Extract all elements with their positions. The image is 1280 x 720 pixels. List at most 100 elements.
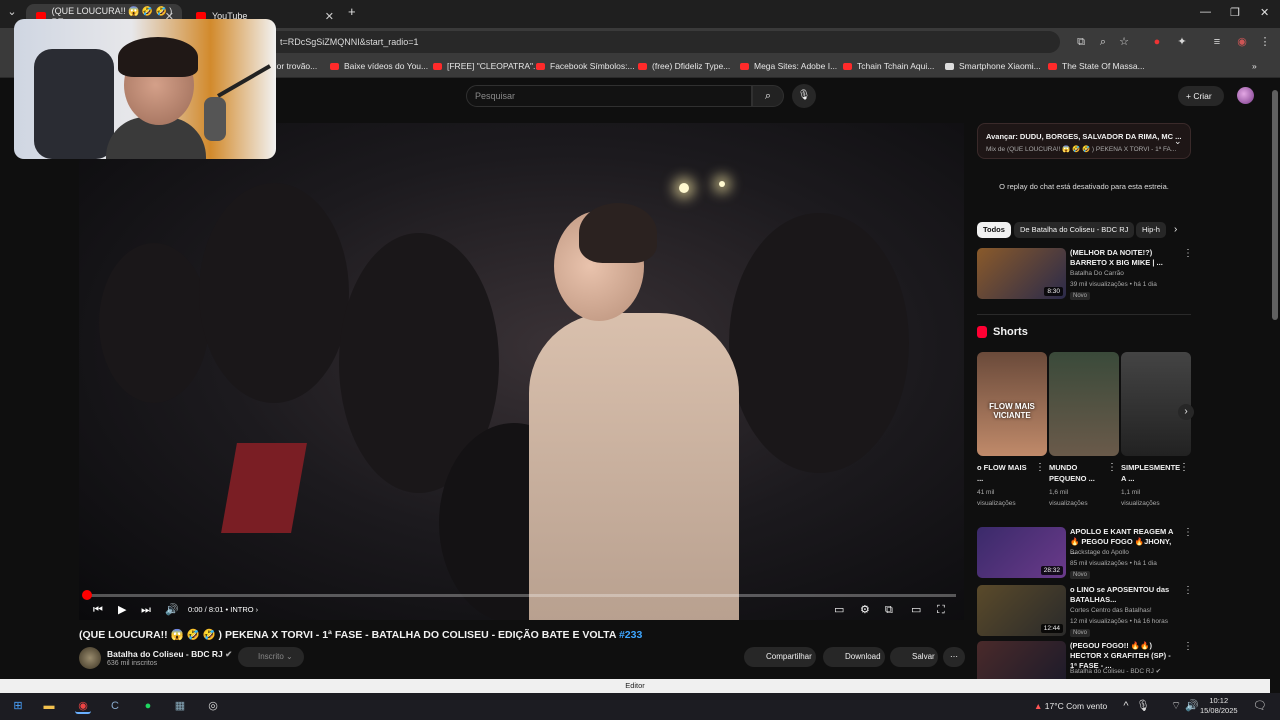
- page-scrollbar[interactable]: [1272, 90, 1278, 320]
- subtitles-icon[interactable]: ▭: [834, 604, 844, 616]
- chips-next-icon[interactable]: ›: [1174, 224, 1177, 235]
- bookmark-item[interactable]: Smartphone Xiaomi...: [945, 61, 1041, 71]
- install-app-icon[interactable]: ⧉: [1075, 36, 1087, 48]
- more-vert-icon[interactable]: ⋮: [1183, 641, 1191, 652]
- play-icon[interactable]: ▶: [118, 604, 126, 616]
- rec-title[interactable]: (MELHOR DA NOITE!?) BARRETO X BIG MIKE |…: [1070, 248, 1178, 268]
- video-thumbnail[interactable]: 12:44: [977, 585, 1066, 636]
- chip-all[interactable]: Todos: [977, 222, 1011, 238]
- miniplayer-icon[interactable]: ⧉: [885, 604, 893, 616]
- minimize-icon[interactable]: —: [1200, 6, 1211, 18]
- short-title[interactable]: SIMPLESMENTE A ...: [1121, 462, 1180, 484]
- short-title[interactable]: o FLOW MAIS ...: [977, 462, 1033, 484]
- search-button[interactable]: ⌕: [752, 85, 784, 107]
- more-vert-icon[interactable]: ⋮: [1107, 462, 1117, 473]
- notifications-icon[interactable]: 🗨: [1252, 698, 1268, 714]
- media-control-icon[interactable]: ≡: [1211, 36, 1223, 48]
- more-vert-icon[interactable]: ⋮: [1183, 527, 1193, 538]
- app-c-icon[interactable]: C: [107, 698, 123, 714]
- share-button[interactable]: Compartilhar: [744, 647, 816, 667]
- avatar[interactable]: [1237, 87, 1254, 104]
- channel-name[interactable]: Batalha do Coliseu - BDC RJ ✔: [107, 649, 232, 660]
- more-actions-button[interactable]: ⋯: [943, 647, 965, 667]
- bookmark-item[interactable]: The State Of Massa...: [1048, 61, 1145, 71]
- more-vert-icon[interactable]: ⋮: [1179, 462, 1189, 473]
- rec-channel[interactable]: Cortes Centro das Batalhas!: [1070, 607, 1152, 614]
- zoom-icon[interactable]: ⌕: [1097, 36, 1109, 48]
- more-vert-icon[interactable]: ⋮: [1183, 248, 1193, 259]
- file-explorer-icon[interactable]: ▬: [41, 698, 57, 714]
- rec-channel[interactable]: Backstage do Apollo: [1070, 549, 1129, 556]
- download-button[interactable]: Download: [823, 647, 885, 667]
- short-title[interactable]: MUNDO PEQUENO ...: [1049, 462, 1105, 484]
- extension-red-icon[interactable]: ●: [1151, 36, 1163, 48]
- close-window-icon[interactable]: ✕: [1260, 6, 1269, 19]
- profile-icon[interactable]: ◉: [1236, 36, 1248, 48]
- bookmark-item[interactable]: Tchain Tchain Aqui...: [843, 61, 934, 71]
- obs-icon[interactable]: ◎: [205, 698, 221, 714]
- chip-hiphop[interactable]: Hip-h: [1136, 222, 1166, 238]
- short-item[interactable]: MUNDO PEQUENO ... 1,6 mil visualizações …: [1049, 352, 1119, 512]
- short-thumbnail[interactable]: [1049, 352, 1119, 456]
- create-button[interactable]: + Criar: [1178, 86, 1224, 106]
- bookmark-item[interactable]: [FREE] "CLEOPATRA"...: [433, 61, 540, 71]
- mix-playlist-panel[interactable]: Avançar: DUDU, BORGES, SALVADOR DA RIMA,…: [977, 123, 1191, 159]
- search-input[interactable]: Pesquisar: [466, 85, 752, 107]
- next-icon[interactable]: ⏭: [141, 604, 151, 616]
- short-thumbnail[interactable]: [1121, 352, 1191, 456]
- bookmark-item[interactable]: aior trovão...: [270, 61, 317, 71]
- more-vert-icon[interactable]: ⋮: [1183, 585, 1193, 596]
- previous-icon[interactable]: ⏮: [93, 604, 103, 616]
- subscribed-button[interactable]: Inscrito ⌄: [238, 647, 304, 667]
- list-item[interactable]: 28:32 APOLLO E KANT REAGEM A 🔥 PEGOU FOG…: [977, 527, 1193, 579]
- rec-channel[interactable]: Batalha Do Carrão: [1070, 270, 1124, 277]
- tab-search-icon[interactable]: ⌄: [6, 6, 18, 18]
- bookmark-item[interactable]: Mega Sites: Adobe I...: [740, 61, 837, 71]
- settings-gear-icon[interactable]: ⚙: [860, 604, 870, 616]
- video-thumbnail[interactable]: [977, 641, 1066, 679]
- video-thumbnail[interactable]: 28:32: [977, 527, 1066, 578]
- bookmark-item[interactable]: Facebook Símbolos:...: [536, 61, 635, 71]
- list-item[interactable]: (PEGOU FOGO!! 🔥🔥) HECTOR X GRAFITEH (SP)…: [977, 641, 1191, 679]
- hashtag-link[interactable]: #233: [619, 629, 642, 641]
- system-clock[interactable]: 10:12 15/08/2025: [1200, 696, 1238, 716]
- save-button[interactable]: Salvar: [890, 647, 938, 667]
- short-thumbnail[interactable]: FLOW MAIS VICIANTE: [977, 352, 1047, 456]
- menu-dots-icon[interactable]: ⋮: [1259, 36, 1271, 48]
- rec-title[interactable]: o LINO se APOSENTOU das BATALHAS...: [1070, 585, 1178, 605]
- more-vert-icon[interactable]: ⋮: [1035, 462, 1045, 473]
- network-icon[interactable]: ⌔: [1168, 698, 1184, 714]
- short-item[interactable]: FLOW MAIS VICIANTE o FLOW MAIS ... 41 mi…: [977, 352, 1047, 512]
- shorts-next-icon[interactable]: ›: [1178, 404, 1194, 420]
- chapter-label[interactable]: INTRO: [230, 605, 253, 614]
- chevron-down-icon[interactable]: ⌄: [1174, 136, 1182, 147]
- windows-start-icon[interactable]: ⊞: [10, 698, 26, 714]
- volume-tray-icon[interactable]: 🔊: [1184, 698, 1200, 714]
- list-item[interactable]: 12:44 o LINO se APOSENTOU das BATALHAS..…: [977, 585, 1193, 637]
- video-player[interactable]: ⏮ ▶ ⏭ 🔊 0:00 / 8:01 • INTRO › ▭ ⚙ ⧉ ▭ ⛶: [79, 123, 964, 620]
- chip-channel[interactable]: De Batalha do Coliseu - BDC RJ: [1014, 222, 1135, 238]
- theater-mode-icon[interactable]: ▭: [911, 604, 921, 616]
- tray-expand-icon[interactable]: ^: [1118, 698, 1134, 714]
- extensions-puzzle-icon[interactable]: ✦: [1176, 36, 1188, 48]
- close-tab-icon[interactable]: ✕: [325, 10, 334, 23]
- restore-icon[interactable]: ❐: [1230, 6, 1240, 19]
- address-bar[interactable]: t=RDcSgSiZMQNNI&start_radio=1: [260, 31, 1060, 53]
- bookmark-item[interactable]: Baixe vídeos do You...: [330, 61, 428, 71]
- short-item[interactable]: SIMPLESMENTE A ... 1,1 mil visualizações…: [1121, 352, 1191, 512]
- chrome-icon[interactable]: ◉: [75, 698, 91, 714]
- spotify-icon[interactable]: ●: [140, 698, 156, 714]
- fullscreen-icon[interactable]: ⛶: [937, 604, 945, 616]
- microphone-tray-icon[interactable]: 🎙: [1135, 698, 1151, 714]
- rec-channel[interactable]: Batalha do Coliseu - BDC RJ ✔: [1070, 667, 1161, 675]
- calculator-icon[interactable]: ▦: [172, 698, 188, 714]
- volume-icon[interactable]: 🔊: [165, 604, 179, 616]
- bookmark-star-icon[interactable]: ☆: [1118, 36, 1130, 48]
- video-thumbnail[interactable]: 8:30: [977, 248, 1066, 299]
- progress-bar[interactable]: [82, 590, 956, 600]
- list-item[interactable]: 8:30 (MELHOR DA NOITE!?) BARRETO X BIG M…: [977, 248, 1193, 300]
- bookmark-item[interactable]: (free) Dfideliz Type...: [638, 61, 730, 71]
- weather-widget[interactable]: ▲ 17°C Com vento: [1034, 701, 1107, 711]
- voice-search-button[interactable]: 🎙: [792, 84, 816, 108]
- bookmarks-overflow-icon[interactable]: »: [1252, 61, 1257, 71]
